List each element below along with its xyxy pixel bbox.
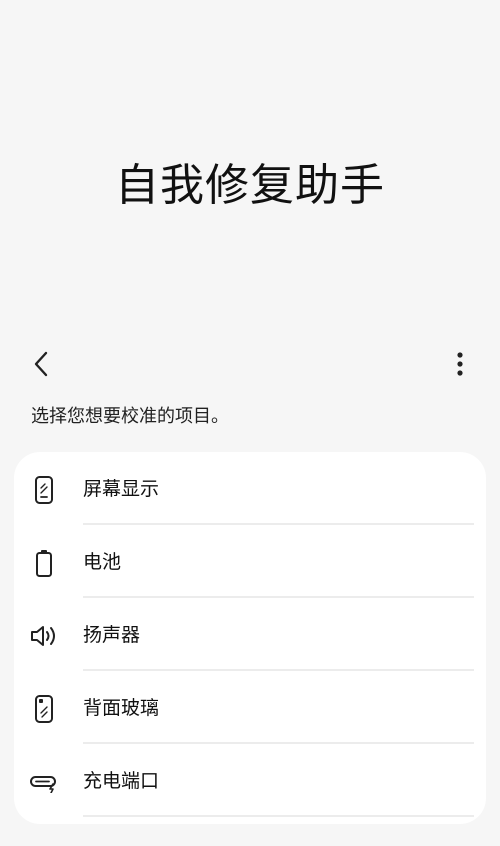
back-button[interactable] <box>22 344 62 384</box>
more-vertical-icon <box>457 352 463 376</box>
more-options-button[interactable] <box>442 344 478 384</box>
phone-screen-icon <box>28 474 60 506</box>
speaker-icon <box>28 620 60 652</box>
instruction-text: 选择您想要校准的项目。 <box>31 406 229 427</box>
list-item-speaker[interactable]: 扬声器 <box>14 598 486 671</box>
list-item-charging-port[interactable]: 充电端口 <box>14 744 486 817</box>
top-bar <box>0 340 500 386</box>
item-label: 扬声器 <box>83 624 141 646</box>
list-item-screen-display[interactable]: 屏幕显示 <box>14 452 486 525</box>
item-label: 屏幕显示 <box>83 478 160 500</box>
divider <box>83 815 474 817</box>
chevron-left-icon <box>34 351 48 377</box>
item-label: 充电端口 <box>83 770 160 792</box>
screen: 自我修复助手 选择您想要校准的项目。 屏幕显示 电池 扬声器 背面玻璃 充电端口 <box>0 0 500 846</box>
phone-back-glass-icon <box>28 693 60 725</box>
list-item-battery[interactable]: 电池 <box>14 525 486 598</box>
item-label: 电池 <box>83 551 122 573</box>
item-label: 背面玻璃 <box>83 697 160 719</box>
page-title: 自我修复助手 <box>115 160 385 211</box>
list-item-back-glass[interactable]: 背面玻璃 <box>14 671 486 744</box>
calibration-list: 屏幕显示 电池 扬声器 背面玻璃 充电端口 <box>14 452 486 824</box>
battery-icon <box>28 547 60 579</box>
charging-port-icon <box>28 766 60 798</box>
